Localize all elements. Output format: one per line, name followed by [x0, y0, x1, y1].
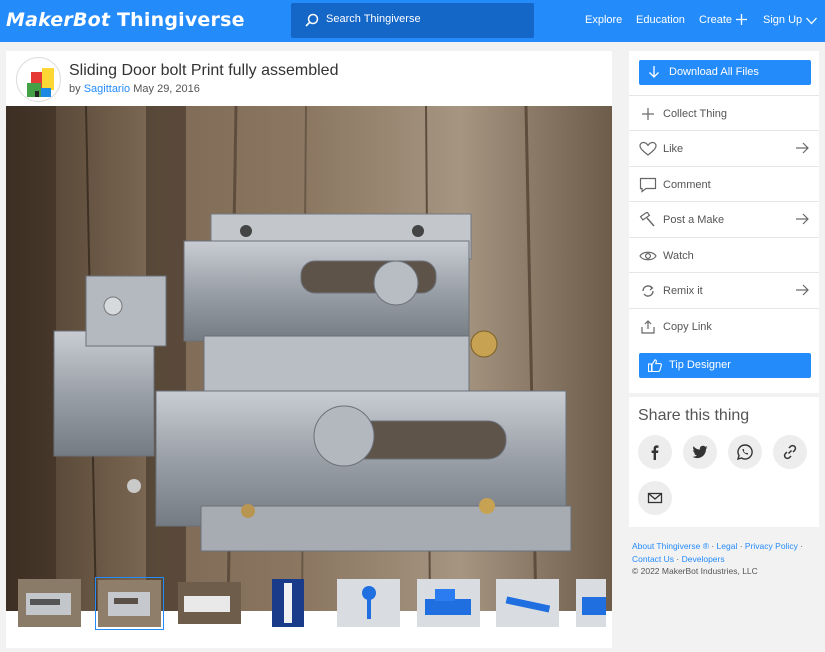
eye-icon [639, 251, 657, 261]
remix-label: Remix it [663, 285, 703, 297]
link-icon [783, 444, 797, 460]
author-link[interactable]: Sagittario [84, 83, 130, 95]
heart-icon [639, 141, 657, 156]
arrow-right-icon [796, 142, 809, 154]
makerbot-thingiverse-logo[interactable]: MakerBot Thingiverse [6, 9, 245, 33]
share-twitter-button[interactable] [683, 435, 717, 469]
nav-explore[interactable]: Explore [585, 14, 622, 26]
share-link-button[interactable] [773, 435, 807, 469]
collect-label: Collect Thing [663, 108, 727, 120]
share-title: Share this thing [638, 407, 750, 424]
thing-title: Sliding Door bolt Print fully assembled [69, 62, 339, 79]
thing-card: Sliding Door bolt Print fully assembled … [6, 51, 612, 648]
post-a-make-button[interactable]: Post a Make [629, 201, 819, 236]
byline: by Sagittario May 29, 2016 [69, 83, 200, 95]
like-button[interactable]: Like [629, 130, 819, 165]
arrow-right-icon [796, 284, 809, 296]
download-arrow-icon [649, 66, 659, 78]
post-make-label: Post a Make [663, 214, 725, 226]
nav-create[interactable]: Create [699, 14, 748, 26]
brand-makerbot: MakerBot [6, 9, 111, 31]
like-label: Like [663, 143, 684, 155]
comment-icon [639, 177, 657, 193]
nav-education[interactable]: Education [636, 14, 685, 26]
download-label: Download All Files [669, 66, 759, 78]
footer-about-link[interactable]: About Thingiverse ® [632, 541, 709, 551]
thumbnail-5[interactable] [337, 579, 400, 627]
thumbnail-2-selected[interactable] [95, 577, 164, 630]
creator-avatar[interactable] [16, 57, 61, 102]
plus-icon [642, 108, 654, 120]
tip-label: Tip Designer [669, 359, 731, 371]
share-email-button[interactable] [638, 481, 672, 515]
thumbnail-8[interactable] [576, 579, 606, 627]
main-photo[interactable] [6, 106, 612, 611]
download-all-files-button[interactable]: Download All Files [639, 60, 811, 85]
hammer-icon [639, 212, 655, 227]
nav-education-label: Education [636, 14, 685, 26]
actions-panel: Download All Files Collect Thing Like Co… [629, 51, 819, 393]
thumbnail-6[interactable] [417, 579, 480, 627]
comment-button[interactable]: Comment [629, 166, 819, 201]
thumbnail-1[interactable] [18, 579, 81, 627]
share-whatsapp-button[interactable] [728, 435, 762, 469]
arrow-right-icon [796, 213, 809, 225]
remix-icon [642, 285, 654, 297]
nav-explore-label: Explore [585, 14, 623, 26]
thumbnail-7[interactable] [496, 579, 559, 627]
copy-link-button[interactable]: Copy Link [629, 308, 819, 343]
remix-button[interactable]: Remix it [629, 272, 819, 307]
chevron-down-icon [806, 17, 818, 25]
whatsapp-icon [737, 444, 753, 460]
search-placeholder: Search Thingiverse [326, 13, 421, 25]
plus-icon [736, 14, 748, 25]
email-icon [647, 492, 663, 504]
footer-legal-link[interactable]: Legal [717, 541, 738, 551]
watch-button[interactable]: Watch [629, 237, 819, 272]
share-upload-icon [641, 320, 655, 334]
collect-thing-button[interactable]: Collect Thing [629, 95, 819, 130]
share-facebook-button[interactable] [638, 435, 672, 469]
search-input[interactable]: Search Thingiverse [291, 3, 534, 38]
thumbs-up-icon [648, 359, 662, 372]
nav-signup-label: Sign Up [763, 14, 803, 26]
footer-developers-link[interactable]: Developers [682, 554, 725, 564]
footer-links: About Thingiverse ® · Legal · Privacy Po… [632, 540, 822, 578]
search-icon [305, 13, 319, 27]
footer-contact-link[interactable]: Contact Us [632, 554, 674, 564]
thumbnail-3[interactable] [178, 582, 241, 624]
thumbnail-4[interactable] [272, 579, 304, 627]
copy-link-label: Copy Link [663, 321, 712, 333]
share-panel: Share this thing [629, 397, 819, 527]
top-navbar: MakerBot Thingiverse Search Thingiverse … [0, 0, 825, 42]
publish-date: May 29, 2016 [133, 83, 200, 95]
facebook-icon [651, 445, 659, 460]
comment-label: Comment [663, 179, 711, 191]
byline-prefix: by [69, 83, 81, 95]
twitter-icon [692, 445, 708, 459]
nav-signup[interactable]: Sign Up [763, 14, 818, 26]
footer-privacy-link[interactable]: Privacy Policy [745, 541, 798, 551]
nav-create-label: Create [699, 14, 733, 26]
watch-label: Watch [663, 250, 694, 262]
tip-designer-button[interactable]: Tip Designer [639, 353, 811, 378]
brand-thingiverse: Thingiverse [117, 9, 245, 31]
footer-copyright: © 2022 MakerBot Industries, LLC [632, 566, 758, 576]
